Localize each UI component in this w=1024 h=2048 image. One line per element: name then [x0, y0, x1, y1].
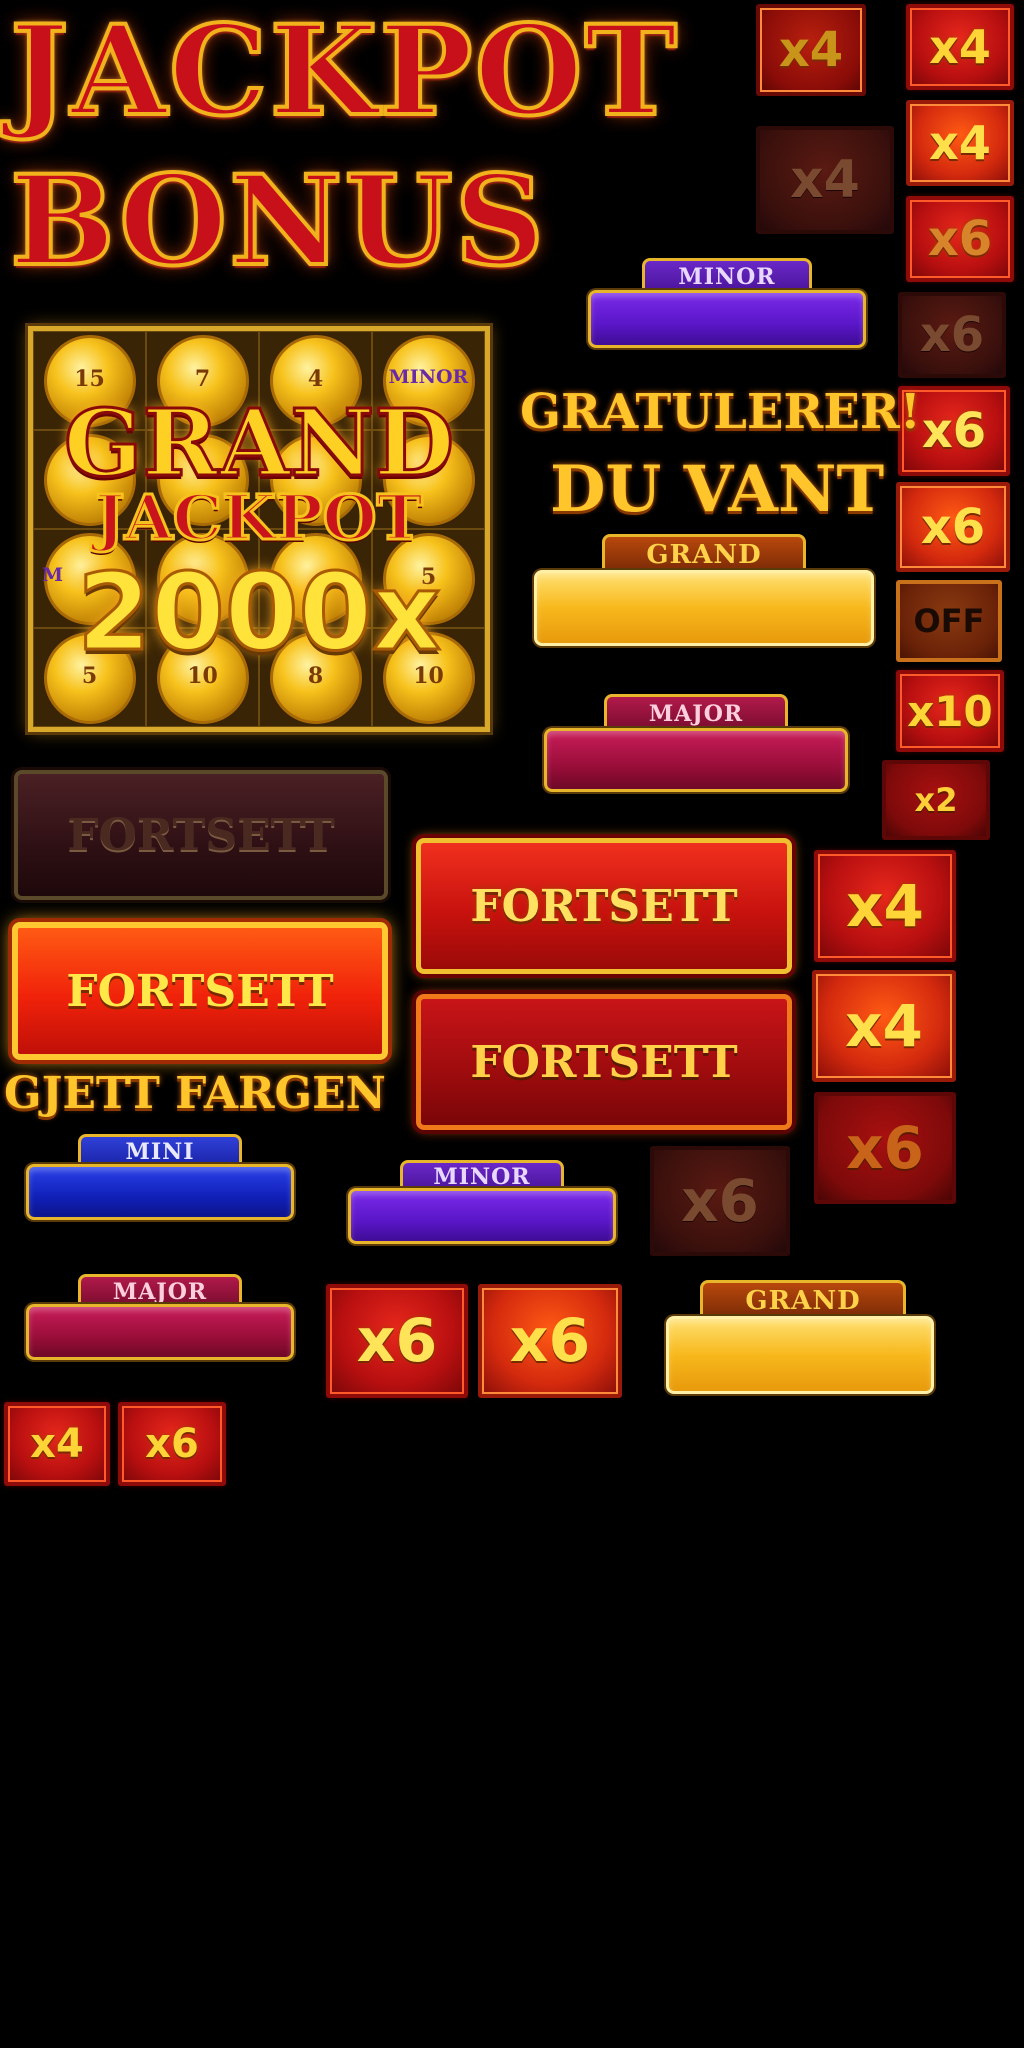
multiplier-tile: x6	[898, 292, 1006, 378]
jackpot-bar-minor	[588, 290, 866, 348]
multiplier-tile: x4	[906, 100, 1014, 186]
jackpot-bar-grand	[666, 1316, 934, 1394]
grand-jackpot-panel: 15 7 4 MINOR M 5 5 10 8 10 GRAND JACKPOT…	[28, 326, 490, 732]
jackpot-tab-grand: GRAND	[700, 1280, 906, 1318]
multiplier-tile: x2	[882, 760, 990, 840]
multiplier-tile: x6	[650, 1146, 790, 1256]
multiplier-tile: x4	[756, 4, 866, 96]
jackpot-bar-major	[544, 728, 848, 792]
jackpot-bar-mini	[26, 1164, 294, 1220]
grand-jackpot-value: 2000x	[76, 550, 442, 676]
title-jackpot: JACKPOT	[8, 0, 679, 144]
jackpot-tab-major: MAJOR	[78, 1274, 242, 1306]
continue-button-pressed[interactable]: FORTSETT	[416, 994, 792, 1130]
multiplier-tile: x6	[478, 1284, 622, 1398]
win-message-line1: GRATULERER!	[520, 384, 921, 440]
multiplier-tile: x4	[756, 126, 894, 234]
grand-jackpot-word-jackpot: JACKPOT	[94, 480, 424, 556]
jackpot-bar-grand	[534, 570, 874, 646]
multiplier-tile: x4	[4, 1402, 110, 1486]
continue-button[interactable]: FORTSETT	[416, 838, 792, 974]
coin-label: MINOR	[388, 366, 469, 388]
jackpot-tab-mini: MINI	[78, 1134, 242, 1166]
multiplier-tile: x6	[906, 196, 1014, 282]
jackpot-tab-minor: MINOR	[642, 258, 812, 292]
multiplier-tile: x6	[326, 1284, 468, 1398]
title-bonus: BONUS	[8, 149, 547, 294]
jackpot-tab-major: MAJOR	[604, 694, 788, 730]
jackpot-tab-grand: GRAND	[602, 534, 806, 572]
multiplier-tile: x10	[896, 670, 1004, 752]
continue-button-disabled[interactable]: FORTSETT	[14, 770, 388, 900]
multiplier-tile: x4	[814, 850, 956, 962]
multiplier-tile: x6	[118, 1402, 226, 1486]
win-message-line2: DU VANT	[550, 452, 885, 527]
guess-color-heading: GJETT FARGEN	[4, 1068, 386, 1119]
continue-button-hover[interactable]: FORTSETT	[12, 922, 388, 1060]
jackpot-bar-major	[26, 1304, 294, 1360]
multiplier-tile: x6	[814, 1092, 956, 1204]
multiplier-tile: x6	[896, 482, 1010, 572]
multiplier-tile: x4	[906, 4, 1014, 90]
jackpot-tab-minor: MINOR	[400, 1160, 564, 1190]
multiplier-tile: x4	[812, 970, 956, 1082]
jackpot-bar-minor	[348, 1188, 616, 1244]
off-tile: OFF	[896, 580, 1002, 662]
